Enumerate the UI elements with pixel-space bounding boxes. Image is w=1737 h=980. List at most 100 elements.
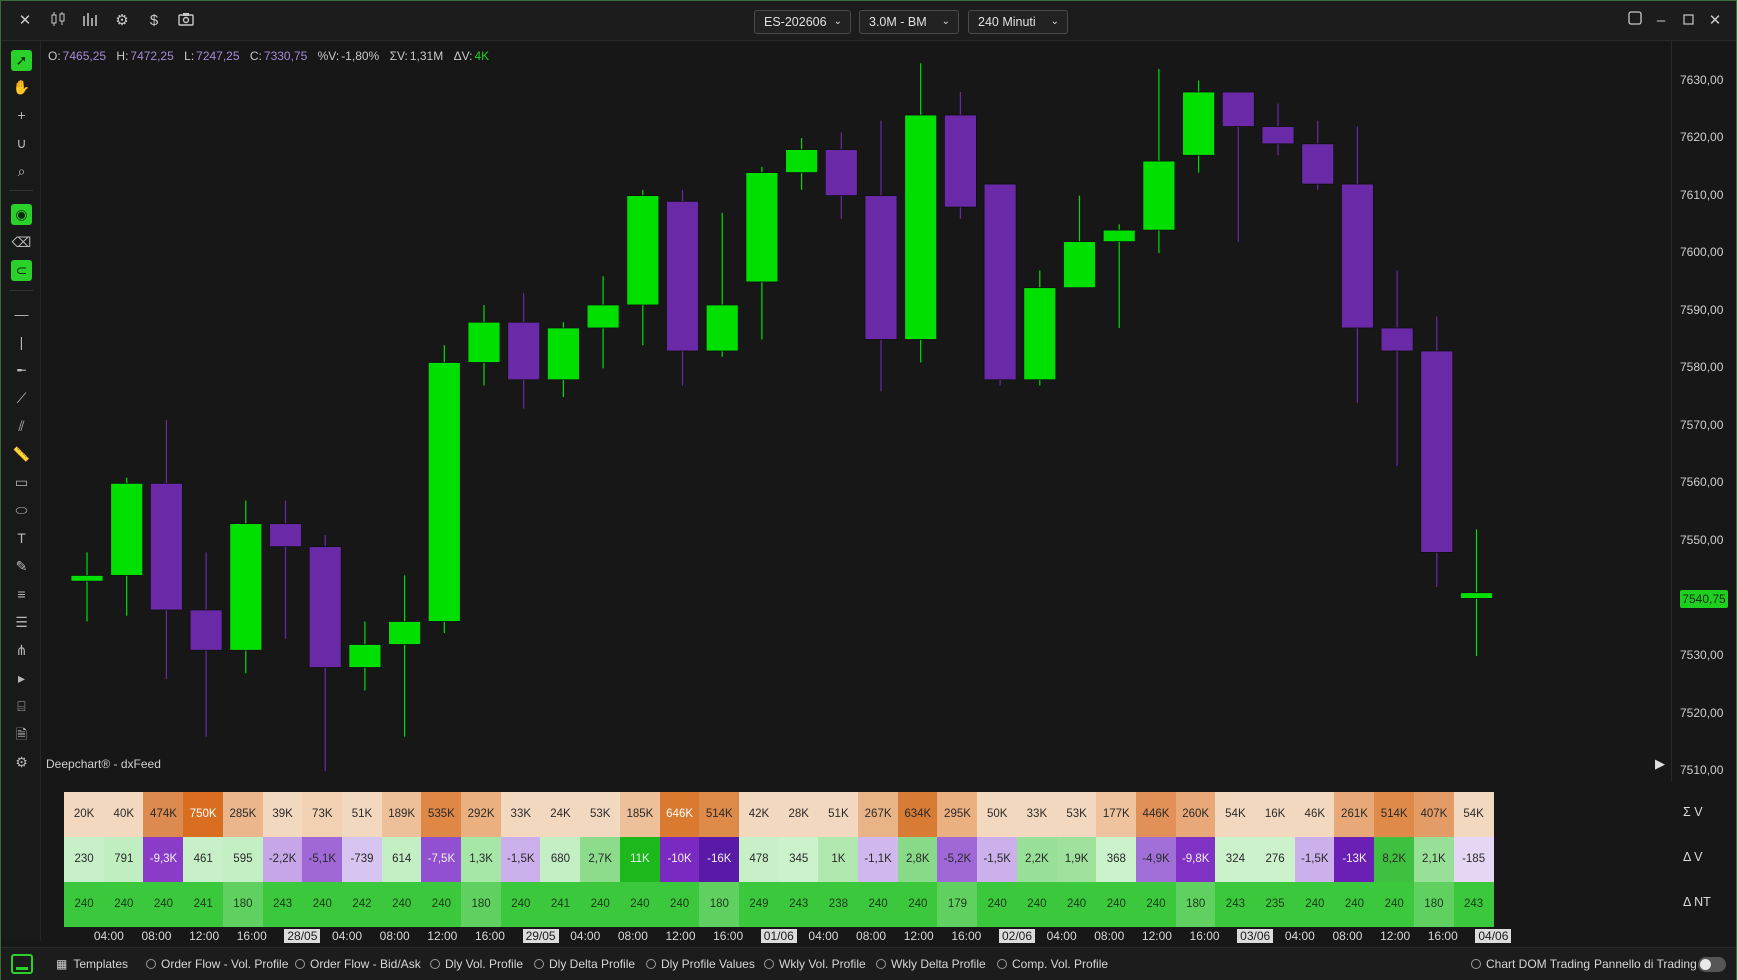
- option-label: Wkly Delta Profile: [891, 957, 986, 971]
- sum-volume-cell: 20K: [64, 792, 105, 837]
- fibonacci-icon[interactable]: ≡: [11, 584, 32, 605]
- file-settings-icon[interactable]: 🗎: [11, 724, 32, 745]
- channel-icon[interactable]: ⫽: [11, 416, 32, 437]
- candle: [705, 212, 739, 357]
- delta-nt-cell: 240: [103, 882, 144, 927]
- candle: [348, 621, 382, 691]
- price-tick-label: 7570,00: [1680, 417, 1724, 432]
- time-tick-label: 16:00: [713, 929, 744, 943]
- candle: [189, 552, 223, 737]
- settings-icon[interactable]: ⚙: [112, 11, 132, 31]
- close-window-icon[interactable]: ✕: [1705, 11, 1725, 31]
- camera-icon[interactable]: [176, 11, 196, 31]
- candle-body: [1420, 350, 1454, 553]
- delta-volume-cell: -1,5K: [977, 837, 1018, 882]
- delta-volume-cell: 11K: [619, 837, 660, 882]
- hand-icon[interactable]: ✋: [11, 77, 32, 98]
- time-axis[interactable]: 04:00 08:00 12:00 16:00 28/05 04:00 08:00 12:00…: [41, 927, 1671, 945]
- candlestick-icon[interactable]: [48, 11, 68, 31]
- delta-volume-cell: 791: [103, 837, 144, 882]
- candle-body: [1341, 183, 1374, 329]
- rectangle-icon[interactable]: ▭: [11, 472, 32, 493]
- magnet-icon[interactable]: ∪: [11, 133, 32, 154]
- text-icon[interactable]: T: [11, 528, 32, 549]
- option-comp-vol-profile[interactable]: Comp. Vol. Profile: [997, 957, 1108, 971]
- trend-line-icon[interactable]: ⟋: [11, 388, 32, 409]
- template-settings-icon[interactable]: ⚙: [11, 752, 32, 773]
- close-icon[interactable]: ✕: [15, 11, 35, 31]
- cursor-icon[interactable]: ➚: [11, 50, 32, 71]
- price-axis[interactable]: 7630,00 7620,00 7610,00 7600,00 7590,00 7580,…: [1671, 41, 1737, 781]
- drawing-toolbar: ➚ ✋ + ∪ ⌕ ◉ ⌫ ⊂ — | ╾ ⟋ ⫽ 📏 ▭ ⬭ T ✎ ≡ ☰ …: [1, 41, 41, 941]
- period-dropdown[interactable]: 240 Minuti ⌄: [968, 10, 1068, 34]
- candle: [467, 304, 501, 386]
- sum-volume-cell: 189K: [381, 792, 422, 837]
- candle: [1142, 68, 1176, 254]
- horizontal-line-icon[interactable]: —: [11, 304, 32, 325]
- bar-chart-icon[interactable]: [80, 11, 100, 31]
- delta-volume-cell: -7,5K: [421, 837, 462, 882]
- ellipse-icon[interactable]: ⬭: [11, 500, 32, 521]
- layout-icon[interactable]: [1625, 11, 1645, 31]
- time-tick-label: 08:00: [1094, 929, 1125, 943]
- monitor-icon[interactable]: [11, 954, 33, 974]
- price-tick-label: 7560,00: [1680, 475, 1724, 490]
- candle-body: [1460, 592, 1493, 599]
- option-wkly-delta-profile[interactable]: Wkly Delta Profile: [876, 957, 986, 971]
- trading-panel-toggle[interactable]: [1698, 957, 1726, 972]
- zoom-icon[interactable]: ⌕: [11, 161, 32, 182]
- brackets-icon[interactable]: ⌸: [11, 696, 32, 717]
- date-tick-label: 01/06: [760, 929, 797, 943]
- candle: [1380, 270, 1414, 467]
- delta-volume-cell: -739: [341, 837, 383, 882]
- option-dly-delta-profile[interactable]: Dly Delta Profile: [534, 957, 635, 971]
- symbol-dropdown[interactable]: ES-202606 ⌄: [754, 10, 851, 34]
- delta-nt-cell: 180: [1175, 882, 1216, 927]
- pitchfork-icon[interactable]: ⋔: [11, 640, 32, 661]
- dollar-icon[interactable]: $: [144, 11, 164, 31]
- delta-volume-cell: -10K: [659, 837, 700, 882]
- candle: [1182, 80, 1215, 173]
- vertical-line-icon[interactable]: |: [11, 332, 32, 353]
- option-wkly-vol-profile[interactable]: Wkly Vol. Profile: [764, 957, 866, 971]
- delta-volume-cell: -1,1K: [858, 837, 899, 882]
- delta-nt-cell: 243: [778, 882, 819, 927]
- ruler-icon[interactable]: 📏: [11, 444, 32, 465]
- candle: [150, 420, 183, 680]
- pencil-icon[interactable]: ✎: [11, 556, 32, 577]
- eye-icon[interactable]: ◉: [11, 204, 32, 225]
- option-label: Comp. Vol. Profile: [1012, 957, 1109, 971]
- sum-volume-row-label: Σ V: [1683, 805, 1703, 819]
- ray-icon[interactable]: ╾: [11, 360, 32, 381]
- templates-button[interactable]: ▦ Templates: [56, 957, 128, 971]
- candlestick-chart[interactable]: [41, 41, 1671, 781]
- time-tick-label: 16:00: [236, 929, 267, 943]
- delta-volume-cell: 276: [1255, 837, 1296, 882]
- chevron-down-icon: ⌄: [941, 16, 950, 27]
- maximize-icon[interactable]: [1678, 11, 1698, 31]
- delta-volume-cell: 368: [1096, 837, 1137, 882]
- sum-volume-cell: 53K: [580, 792, 621, 837]
- option-order-flow-bid-ask[interactable]: Order Flow - Bid/Ask: [295, 957, 421, 971]
- candle-body: [70, 575, 104, 582]
- minimize-icon[interactable]: –: [1651, 11, 1671, 31]
- eraser-icon[interactable]: ⌫: [11, 232, 32, 253]
- delta-volume-cell: 2,7K: [580, 837, 621, 882]
- chart-dom-trading-toggle[interactable]: Chart DOM Trading: [1471, 957, 1590, 971]
- date-tick-label: 29/05: [522, 929, 559, 943]
- option-dly-vol-profile[interactable]: Dly Vol. Profile: [430, 957, 523, 971]
- volume-profile-icon[interactable]: ▸: [11, 668, 32, 689]
- magnet-lock-icon[interactable]: ⊂: [11, 260, 32, 281]
- play-icon[interactable]: ▶: [1655, 756, 1665, 772]
- bars-dropdown[interactable]: 3.0M - BM ⌄: [859, 10, 959, 34]
- delta-nt-cell: 240: [1135, 882, 1177, 927]
- sum-volume-cell: 50K: [977, 792, 1018, 837]
- sum-volume-cell: 54K: [1215, 792, 1256, 837]
- option-order-flow-vol-profile[interactable]: Order Flow - Vol. Profile: [146, 957, 288, 971]
- price-tick-label: 7580,00: [1680, 360, 1724, 375]
- levels-icon[interactable]: ☰: [11, 612, 32, 633]
- candle: [1221, 91, 1255, 242]
- option-dly-profile-values[interactable]: Dly Profile Values: [646, 957, 755, 971]
- crosshair-icon[interactable]: +: [11, 105, 32, 126]
- candle-body: [1380, 327, 1414, 352]
